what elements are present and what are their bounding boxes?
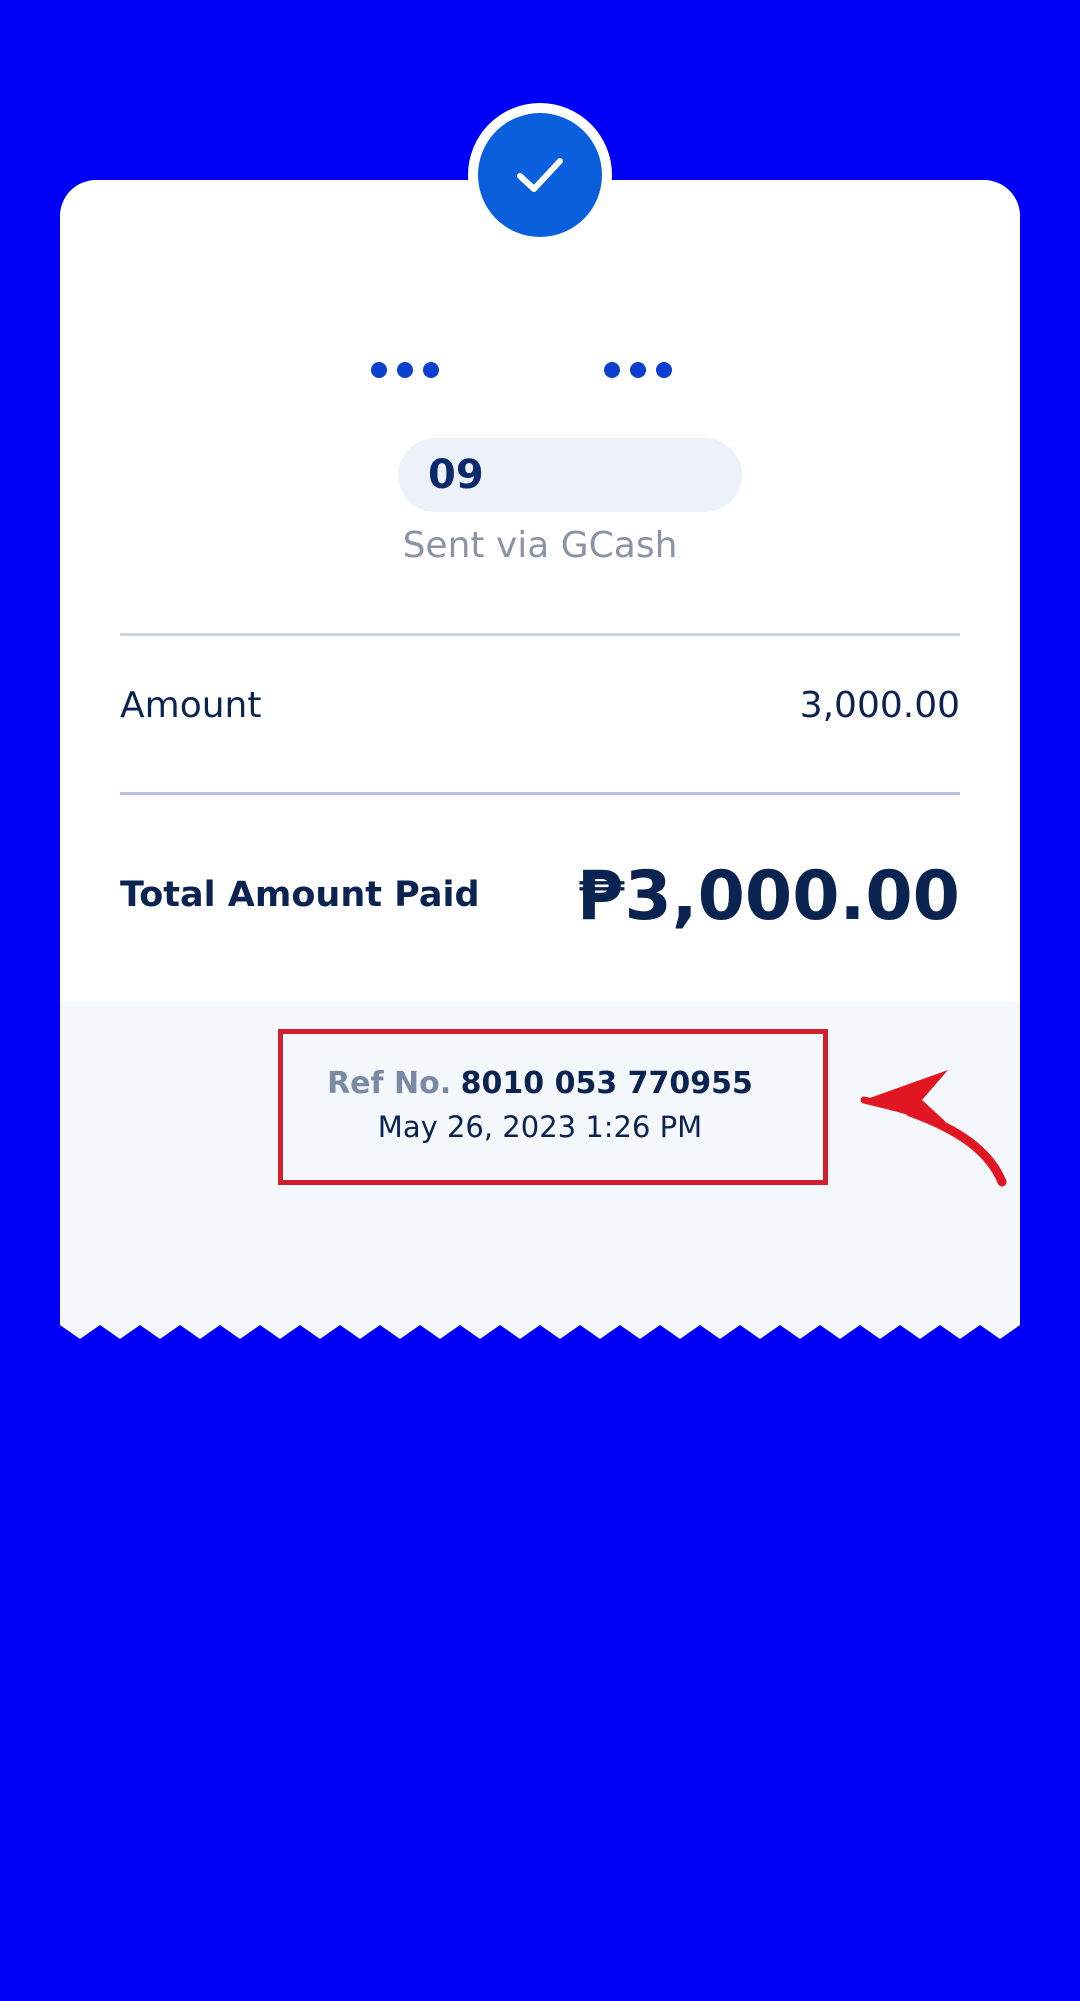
reference-label: Ref No. [327, 1066, 452, 1101]
check-icon [517, 158, 563, 192]
divider [120, 633, 960, 636]
mask-dot [423, 362, 439, 378]
amount-value: 3,000.00 [799, 685, 960, 726]
reference-number: 8010 053 770955 [460, 1066, 753, 1101]
reference-highlight-box [278, 1029, 828, 1185]
mask-dot [397, 362, 413, 378]
recipient-number: 09 [428, 452, 484, 498]
success-badge [468, 103, 612, 247]
total-amount-value: ₱3,000.00 [577, 857, 960, 936]
recipient-number-pill: 09 [398, 438, 742, 512]
amount-label: Amount [120, 685, 262, 726]
sent-via-label: Sent via GCash [402, 525, 678, 566]
receipt-torn-edge [60, 1325, 1020, 1345]
masked-name-left [371, 362, 439, 378]
mask-dot [371, 362, 387, 378]
mask-dot [604, 362, 620, 378]
success-circle [478, 113, 602, 237]
total-amount-label: Total Amount Paid [120, 875, 480, 915]
masked-name-right [604, 362, 672, 378]
mask-dot [630, 362, 646, 378]
divider [120, 792, 960, 795]
arrow-icon [860, 1070, 1007, 1187]
mask-dot [656, 362, 672, 378]
